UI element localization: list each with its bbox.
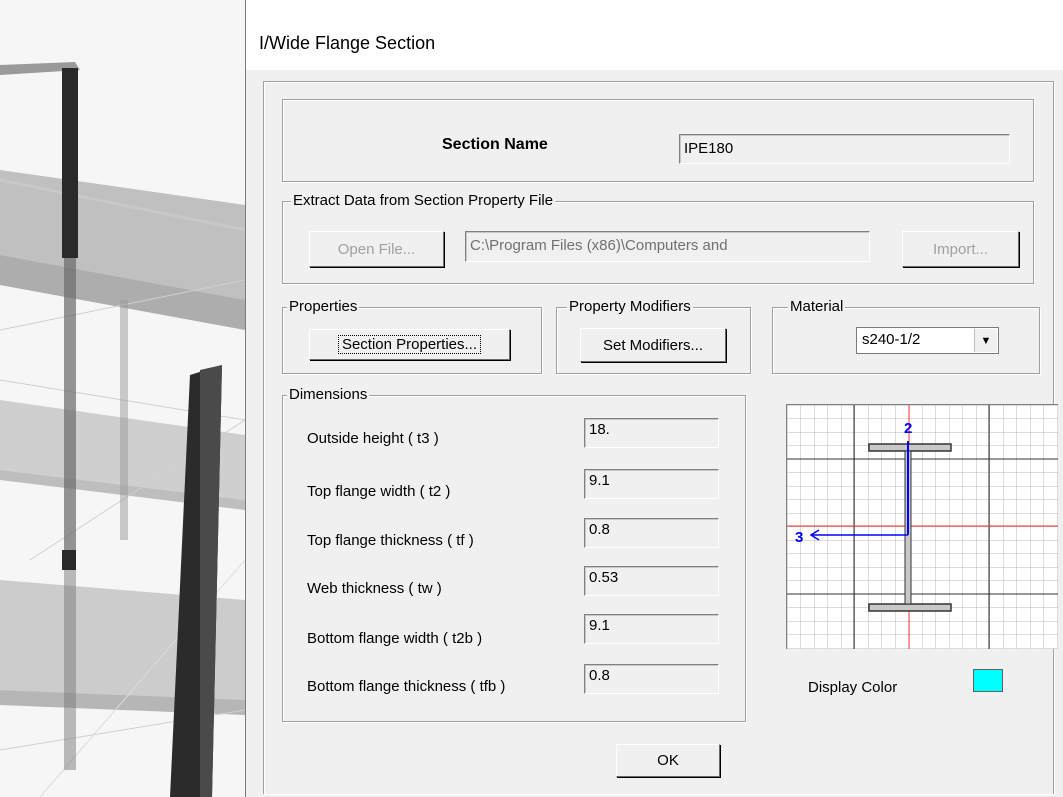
i-wide-flange-section-dialog: I/Wide Flange Section Section Name IPE18…: [245, 0, 1063, 797]
open-file-button[interactable]: Open File...: [309, 231, 444, 267]
section-name-input[interactable]: IPE180: [679, 134, 1010, 164]
section-properties-label: Section Properties...: [337, 335, 482, 354]
bottom-flange-width-input[interactable]: 9.1: [584, 614, 719, 644]
set-modifiers-button[interactable]: Set Modifiers...: [580, 328, 726, 362]
web-thickness-input[interactable]: 0.53: [584, 566, 719, 596]
bottom-flange-thickness-label: Bottom flange thickness ( tfb ): [307, 678, 506, 695]
bottom-flange-thickness-input[interactable]: 0.8: [584, 664, 719, 694]
ok-button[interactable]: OK: [616, 744, 720, 777]
dimensions-legend: Dimensions: [287, 385, 370, 405]
material-legend: Material: [788, 297, 846, 317]
file-path-field: C:\Program Files (x86)\Computers and: [465, 231, 870, 262]
i-section-drawing: 2 3: [787, 405, 1058, 649]
dropdown-arrow-icon[interactable]: ▼: [974, 329, 997, 352]
top-flange-thickness-label: Top flange thickness ( tf ): [307, 532, 474, 549]
extract-data-legend: Extract Data from Section Property File: [291, 191, 556, 211]
properties-legend: Properties: [287, 297, 360, 317]
top-flange-thickness-input[interactable]: 0.8: [584, 518, 719, 548]
section-properties-button[interactable]: Section Properties...: [309, 329, 510, 360]
web-thickness-label: Web thickness ( tw ): [307, 580, 442, 597]
3d-frame-model-graphic: [0, 62, 245, 797]
dialog-titlebar[interactable]: I/Wide Flange Section: [246, 0, 1063, 70]
model-viewport[interactable]: [0, 0, 245, 797]
import-button[interactable]: Import...: [902, 231, 1019, 267]
outside-height-input[interactable]: 18.: [584, 418, 719, 448]
axis-3-label: 3: [795, 529, 803, 546]
section-name-label: Section Name: [442, 136, 548, 153]
material-select[interactable]: s240-1/2 ▼: [856, 327, 999, 354]
bottom-flange-width-label: Bottom flange width ( t2b ): [307, 630, 483, 647]
display-color-swatch[interactable]: [973, 669, 1003, 692]
material-selected-value: s240-1/2: [862, 331, 921, 348]
axis-2-label: 2: [904, 420, 912, 437]
top-flange-width-label: Top flange width ( t2 ): [307, 483, 451, 500]
property-modifiers-legend: Property Modifiers: [567, 297, 693, 317]
display-color-label: Display Color: [808, 679, 898, 696]
section-preview: 2 3: [786, 404, 1058, 649]
dialog-title: I/Wide Flange Section: [259, 33, 436, 53]
outside-height-label: Outside height ( t3 ): [307, 430, 439, 447]
top-flange-width-input[interactable]: 9.1: [584, 469, 719, 499]
